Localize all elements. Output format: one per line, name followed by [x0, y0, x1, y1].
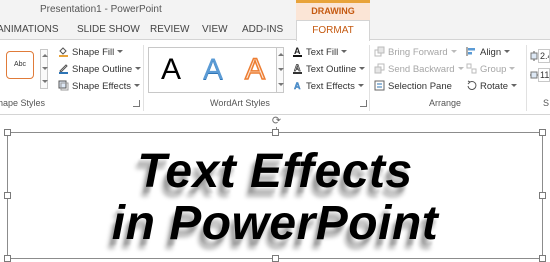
selection-pane-button[interactable]: Selection Pane: [374, 79, 452, 94]
rotate-label: Rotate: [480, 81, 508, 92]
align-button[interactable]: Align: [466, 45, 511, 60]
group-icon: [466, 63, 477, 74]
text-effects-label: Text Effects: [306, 81, 355, 92]
paint-bucket-icon: [59, 47, 68, 57]
group-button[interactable]: Group: [466, 62, 516, 77]
text-fill-icon: A: [293, 46, 302, 57]
text-outline-label: Text Outline: [306, 64, 357, 75]
group-divider: [369, 45, 370, 111]
ribbon-tab-bar: ANIMATIONS SLIDE SHOW REVIEW VIEW ADD-IN…: [0, 20, 550, 40]
chevron-down-icon: [511, 84, 517, 87]
selection-pane-label: Selection Pane: [388, 81, 452, 92]
send-backward-icon: [374, 63, 385, 74]
resize-handle-bottom[interactable]: [272, 255, 279, 262]
tab-add-ins[interactable]: ADD-INS: [242, 24, 283, 35]
chevron-down-icon: [509, 67, 516, 70]
text-fill-button[interactable]: A Text Fill: [292, 45, 348, 60]
text-outline-icon: A: [293, 63, 302, 74]
selection-pane-icon: [374, 80, 385, 91]
tab-slide-show[interactable]: SLIDE SHOW: [77, 24, 140, 35]
send-backward-button[interactable]: Send Backward: [374, 62, 464, 77]
wordart-styles-group-label: WordArt Styles: [210, 98, 270, 108]
size-group-label: S: [543, 98, 550, 108]
shape-outline-button[interactable]: Shape Outline: [58, 62, 142, 77]
gallery-more-icon: [278, 83, 284, 86]
dialog-launcher-icon[interactable]: [133, 100, 140, 107]
wordart-style-orange-outline[interactable]: A: [237, 52, 273, 88]
resize-handle-top-left[interactable]: [4, 129, 11, 136]
chevron-down-icon: [450, 50, 457, 53]
chevron-down-icon: [359, 67, 366, 70]
shape-effects-button[interactable]: Shape Effects: [58, 79, 140, 94]
shape-outline-label: Shape Outline: [72, 64, 133, 75]
bring-forward-button[interactable]: Bring Forward: [374, 45, 457, 60]
tab-format[interactable]: FORMAT: [296, 20, 370, 41]
chevron-down-icon: [135, 67, 142, 70]
rotate-button[interactable]: Rotate: [466, 79, 517, 94]
chevron-down-icon: [117, 50, 124, 53]
text-effects-icon: A: [294, 81, 301, 91]
resize-handle-top-right[interactable]: [539, 129, 546, 136]
svg-text:A: A: [294, 46, 301, 56]
bring-forward-icon: [374, 46, 385, 57]
slide-canvas: ⟳ Text Effects in PowerPoint: [0, 116, 550, 262]
scroll-up-icon: [42, 54, 48, 57]
group-label: Group: [480, 64, 507, 75]
chevron-down-icon: [457, 67, 464, 70]
wordart-style-plain[interactable]: A: [153, 52, 189, 88]
chevron-down-icon: [341, 50, 348, 53]
tab-animations[interactable]: ANIMATIONS: [0, 24, 58, 35]
wordart-text-line-1[interactable]: Text Effects: [0, 144, 550, 199]
bring-forward-label: Bring Forward: [388, 47, 448, 58]
wordart-styles-gallery: A A A: [148, 47, 282, 93]
resize-handle-bottom-right[interactable]: [539, 255, 546, 262]
shape-fill-label: Shape Fill: [72, 47, 115, 58]
shape-effects-label: Shape Effects: [72, 81, 131, 92]
text-outline-button[interactable]: A Text Outline: [292, 62, 366, 77]
shape-height-input[interactable]: 2.4: [538, 49, 550, 63]
rotate-handle-icon[interactable]: ⟳: [271, 116, 282, 127]
title-bar: Presentation1 - PowerPoint: [0, 0, 550, 20]
shape-width-input[interactable]: 11: [538, 68, 550, 82]
wordart-gallery-scroll[interactable]: [276, 47, 284, 93]
chevron-down-icon: [357, 84, 364, 87]
shape-height-icon: [530, 51, 538, 61]
tab-view[interactable]: VIEW: [202, 24, 228, 35]
shape-styles-gallery-scroll[interactable]: [40, 49, 48, 89]
gallery-more-icon: [42, 80, 48, 83]
scroll-down-icon: [278, 68, 284, 71]
shape-width-icon: [530, 71, 538, 79]
wordart-text-line-2[interactable]: in PowerPoint: [0, 196, 550, 251]
text-fill-label: Text Fill: [306, 47, 339, 58]
rotate-icon: [467, 80, 477, 90]
svg-text:A: A: [294, 63, 301, 73]
group-divider: [143, 45, 144, 111]
shape-style-sample[interactable]: Abc: [6, 51, 34, 79]
scroll-down-icon: [42, 67, 48, 70]
align-label: Align: [480, 47, 502, 58]
svg-text:A: A: [294, 81, 301, 91]
scroll-up-icon: [278, 53, 284, 56]
ribbon: Abc Shape Fill Shape Outline Shape Effec…: [0, 41, 550, 115]
chevron-down-icon: [504, 50, 511, 53]
pencil-icon: [59, 64, 68, 74]
arrange-group-label: Arrange: [429, 98, 462, 108]
group-divider: [526, 45, 527, 111]
dialog-launcher-icon[interactable]: [360, 100, 367, 107]
text-effects-button[interactable]: A Text Effects: [292, 79, 364, 94]
wordart-style-blue[interactable]: A: [195, 52, 231, 88]
align-icon: [466, 47, 475, 56]
tab-review[interactable]: REVIEW: [150, 24, 189, 35]
shape-fill-button[interactable]: Shape Fill: [58, 45, 124, 60]
drawing-tools-contextual-header: DRAWING TOOLS: [296, 0, 370, 32]
resize-handle-bottom-left[interactable]: [4, 255, 11, 262]
resize-handle-top[interactable]: [272, 129, 279, 136]
shape-styles-group-label: hape Styles: [0, 98, 46, 108]
shape-effects-icon: [58, 80, 69, 91]
chevron-down-icon: [133, 84, 140, 87]
send-backward-label: Send Backward: [388, 64, 455, 75]
window-title: Presentation1 - PowerPoint: [40, 4, 162, 15]
